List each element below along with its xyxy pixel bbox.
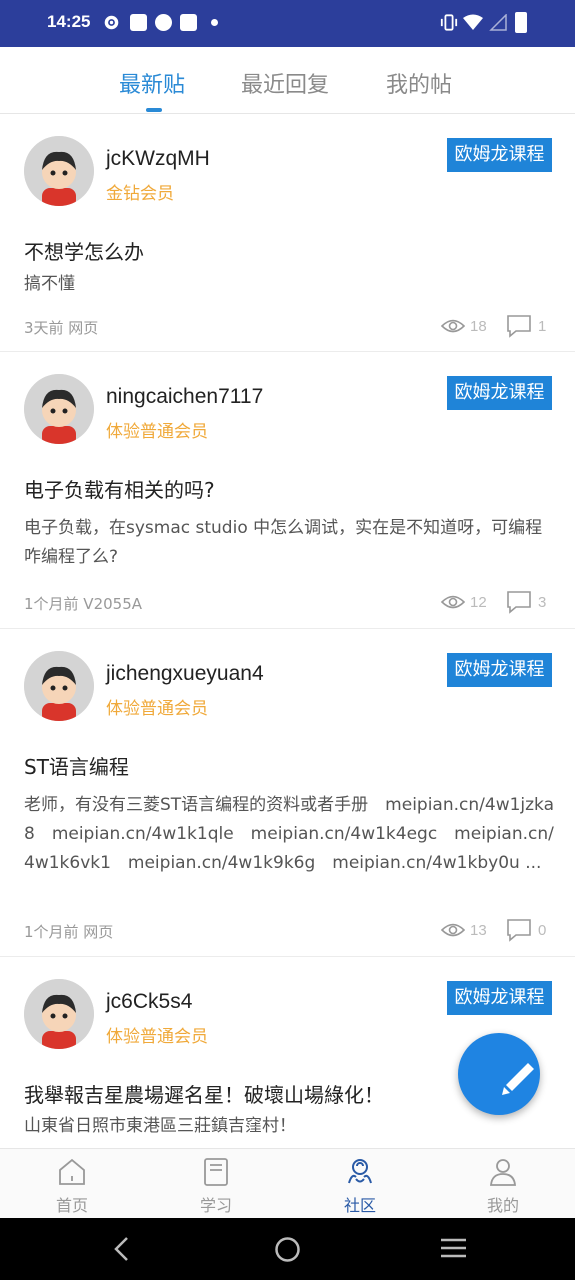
battery-icon — [515, 12, 527, 33]
community-icon — [348, 1159, 372, 1184]
course-tag[interactable]: 欧姆龙课程 — [447, 138, 552, 172]
profile-icon — [490, 1159, 516, 1186]
notification-dot-icon — [211, 19, 218, 26]
check-icon — [155, 14, 172, 31]
nav-label-study: 学习 — [199, 1196, 232, 1215]
avatar[interactable] — [24, 374, 94, 444]
username[interactable]: jcKWzqMH — [106, 147, 210, 171]
comment-count: 3 — [538, 594, 547, 611]
tab-latest-posts[interactable]: 最新贴 — [119, 67, 185, 99]
post-stats: 13 0 — [441, 918, 561, 944]
nav-item-home[interactable]: 首页 — [0, 1149, 144, 1219]
username[interactable]: jc6Ck5s4 — [106, 990, 192, 1014]
post-item[interactable]: jichengxueyuan4 体验普通会员 欧姆龙课程 ST语言编程 老师，有… — [0, 629, 575, 957]
post-title: 我舉報吉星農場遲名星！破壞山場綠化！ — [24, 1083, 384, 1107]
nav-item-community[interactable]: 社区 — [288, 1149, 432, 1219]
avatar[interactable] — [24, 979, 94, 1049]
course-tag[interactable]: 欧姆龙课程 — [447, 653, 552, 687]
nav-label-community: 社区 — [343, 1196, 376, 1215]
recent-apps-icon[interactable] — [440, 1236, 467, 1260]
tab-recent-replies[interactable]: 最近回复 — [241, 67, 329, 99]
photo-icon — [180, 14, 197, 31]
nav-item-study[interactable]: 学习 — [144, 1149, 288, 1219]
eye-icon — [441, 595, 465, 609]
post-body: 山東省日照市東港區三莊鎮吉窪村！ — [24, 1116, 296, 1136]
pencil-icon — [502, 1063, 534, 1095]
view-count: 12 — [470, 594, 487, 611]
home-icon — [59, 1158, 85, 1185]
new-post-button[interactable] — [458, 1033, 540, 1115]
nav-item-profile[interactable]: 我的 — [431, 1149, 575, 1219]
bottom-nav: 首页 学习 社区 我的 — [0, 1148, 575, 1218]
comment-count: 0 — [538, 922, 547, 939]
eye-icon — [441, 923, 465, 937]
vibrate-icon — [440, 14, 458, 31]
post-list: jcKWzqMH 金钻会员 欧姆龙课程 不想学怎么办 搞不懂 3天前 网页 18… — [0, 114, 575, 1148]
tab-bar: 最新贴 最近回复 我的帖 — [0, 47, 575, 114]
course-tag[interactable]: 欧姆龙课程 — [447, 981, 552, 1015]
nav-label-home: 首页 — [55, 1196, 88, 1215]
post-title: 不想学怎么办 — [24, 240, 144, 264]
post-item[interactable]: jcKWzqMH 金钻会员 欧姆龙课程 不想学怎么办 搞不懂 3天前 网页 18… — [0, 114, 575, 352]
comment-icon[interactable] — [506, 918, 532, 942]
post-stats: 12 3 — [441, 590, 561, 616]
member-level: 体验普通会员 — [106, 422, 208, 442]
active-tab-indicator — [146, 108, 162, 112]
member-level: 体验普通会员 — [106, 699, 208, 719]
member-level: 体验普通会员 — [106, 1027, 208, 1047]
post-title: ST语言编程 — [24, 755, 129, 779]
status-time: 14:25 — [47, 12, 91, 31]
eye-icon — [441, 319, 465, 333]
system-nav-bar — [0, 1218, 575, 1280]
post-title: 电子负载有相关的吗? — [24, 478, 215, 502]
post-body: 电子负载，在sysmac studio 中怎么调试，实在是不知道呀，可编程咋编程… — [24, 518, 543, 567]
back-icon[interactable] — [111, 1236, 133, 1262]
tab-my-posts[interactable]: 我的帖 — [386, 67, 452, 99]
comment-icon[interactable] — [506, 314, 532, 338]
status-bar: 14:25 — [0, 0, 575, 47]
view-count: 18 — [470, 318, 487, 335]
post-stats: 18 1 — [441, 314, 561, 340]
wifi-icon — [463, 14, 483, 30]
nav-label-profile: 我的 — [486, 1196, 519, 1215]
view-count: 13 — [470, 922, 487, 939]
post-body: 搞不懂 — [24, 274, 75, 294]
settings-icon — [104, 15, 119, 30]
comment-count: 1 — [538, 318, 547, 335]
post-body: 老师，有没有三菱ST语言编程的资料或者手册 meipian.cn/4w1jzka… — [24, 795, 555, 873]
book-icon — [204, 1158, 228, 1186]
post-item[interactable]: ningcaichen7117 体验普通会员 欧姆龙课程 电子负载有相关的吗? … — [0, 352, 575, 629]
avatar[interactable] — [24, 136, 94, 206]
post-meta: 3天前 网页 — [24, 319, 99, 337]
signal-icon — [489, 14, 507, 31]
post-meta: 1个月前 V2055A — [24, 595, 143, 613]
avatar[interactable] — [24, 651, 94, 721]
home-circle-icon[interactable] — [274, 1236, 301, 1263]
course-tag[interactable]: 欧姆龙课程 — [447, 376, 552, 410]
member-level: 金钻会员 — [106, 184, 174, 204]
comment-icon[interactable] — [506, 590, 532, 614]
username[interactable]: jichengxueyuan4 — [106, 662, 264, 686]
username[interactable]: ningcaichen7117 — [106, 385, 263, 409]
post-meta: 1个月前 网页 — [24, 923, 114, 941]
mail-icon — [130, 14, 147, 31]
